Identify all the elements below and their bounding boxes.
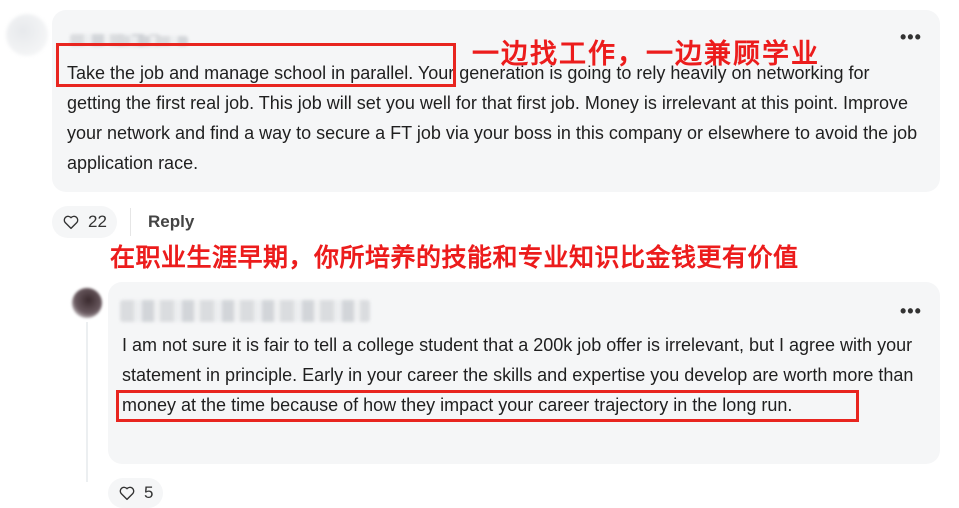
heart-icon — [119, 486, 135, 501]
thread-line — [86, 322, 88, 482]
annotation-translation: 在职业生涯早期，你所培养的技能和专业知识比金钱更有价值 — [110, 243, 799, 272]
like-count: 22 — [88, 212, 107, 231]
like-count: 5 — [144, 483, 154, 502]
like-button[interactable]: 22 — [52, 206, 117, 238]
annotation-translation: 一边找工作，一边兼顾学业 — [472, 39, 820, 70]
highlight-box — [56, 43, 456, 87]
more-options-icon[interactable]: ••• — [900, 28, 922, 46]
avatar[interactable] — [6, 14, 48, 56]
highlight-box — [116, 390, 859, 422]
author-name-redacted — [120, 300, 370, 322]
like-button[interactable]: 5 — [108, 478, 164, 508]
avatar[interactable] — [72, 288, 102, 318]
reply-button[interactable]: Reply — [148, 212, 194, 232]
divider — [130, 208, 131, 236]
more-options-icon[interactable]: ••• — [900, 302, 922, 320]
heart-icon — [63, 215, 79, 230]
